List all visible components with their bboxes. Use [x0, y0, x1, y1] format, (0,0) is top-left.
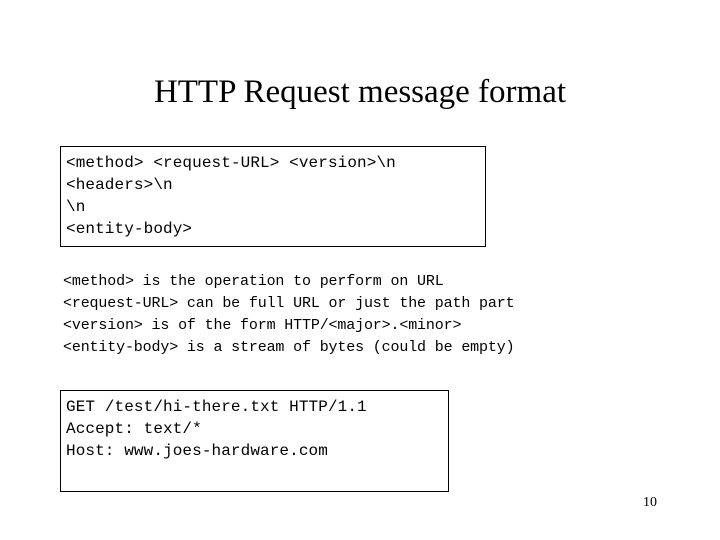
description-line-1: <method> is the operation to perform on … — [63, 273, 444, 290]
page-number: 10 — [643, 495, 657, 510]
page-title: HTTP Request message format — [153, 74, 567, 110]
format-line-4: <entity-body> — [66, 220, 193, 238]
field-description-block: <method> is the operation to perform on … — [63, 271, 663, 359]
example-line-3: Host: www.joes-hardware.com — [66, 442, 328, 460]
description-line-4: <entity-body> is a stream of bytes (coul… — [63, 339, 515, 356]
format-line-1: <method> <request-URL> <version>\n — [66, 154, 396, 172]
slide: HTTP Request message format <method> <re… — [0, 0, 720, 540]
description-line-2: <request-URL> can be full URL or just th… — [63, 295, 515, 312]
request-example-box: GET /test/hi-there.txt HTTP/1.1 Accept: … — [60, 390, 449, 492]
description-line-3: <version> is of the form HTTP/<major>.<m… — [63, 317, 462, 334]
format-line-2: <headers>\n — [66, 176, 173, 194]
example-line-2: Accept: text/* — [66, 420, 202, 438]
format-line-3: \n — [66, 198, 86, 216]
request-format-box: <method> <request-URL> <version>\n <head… — [60, 146, 486, 247]
example-line-1: GET /test/hi-there.txt HTTP/1.1 — [66, 398, 367, 416]
